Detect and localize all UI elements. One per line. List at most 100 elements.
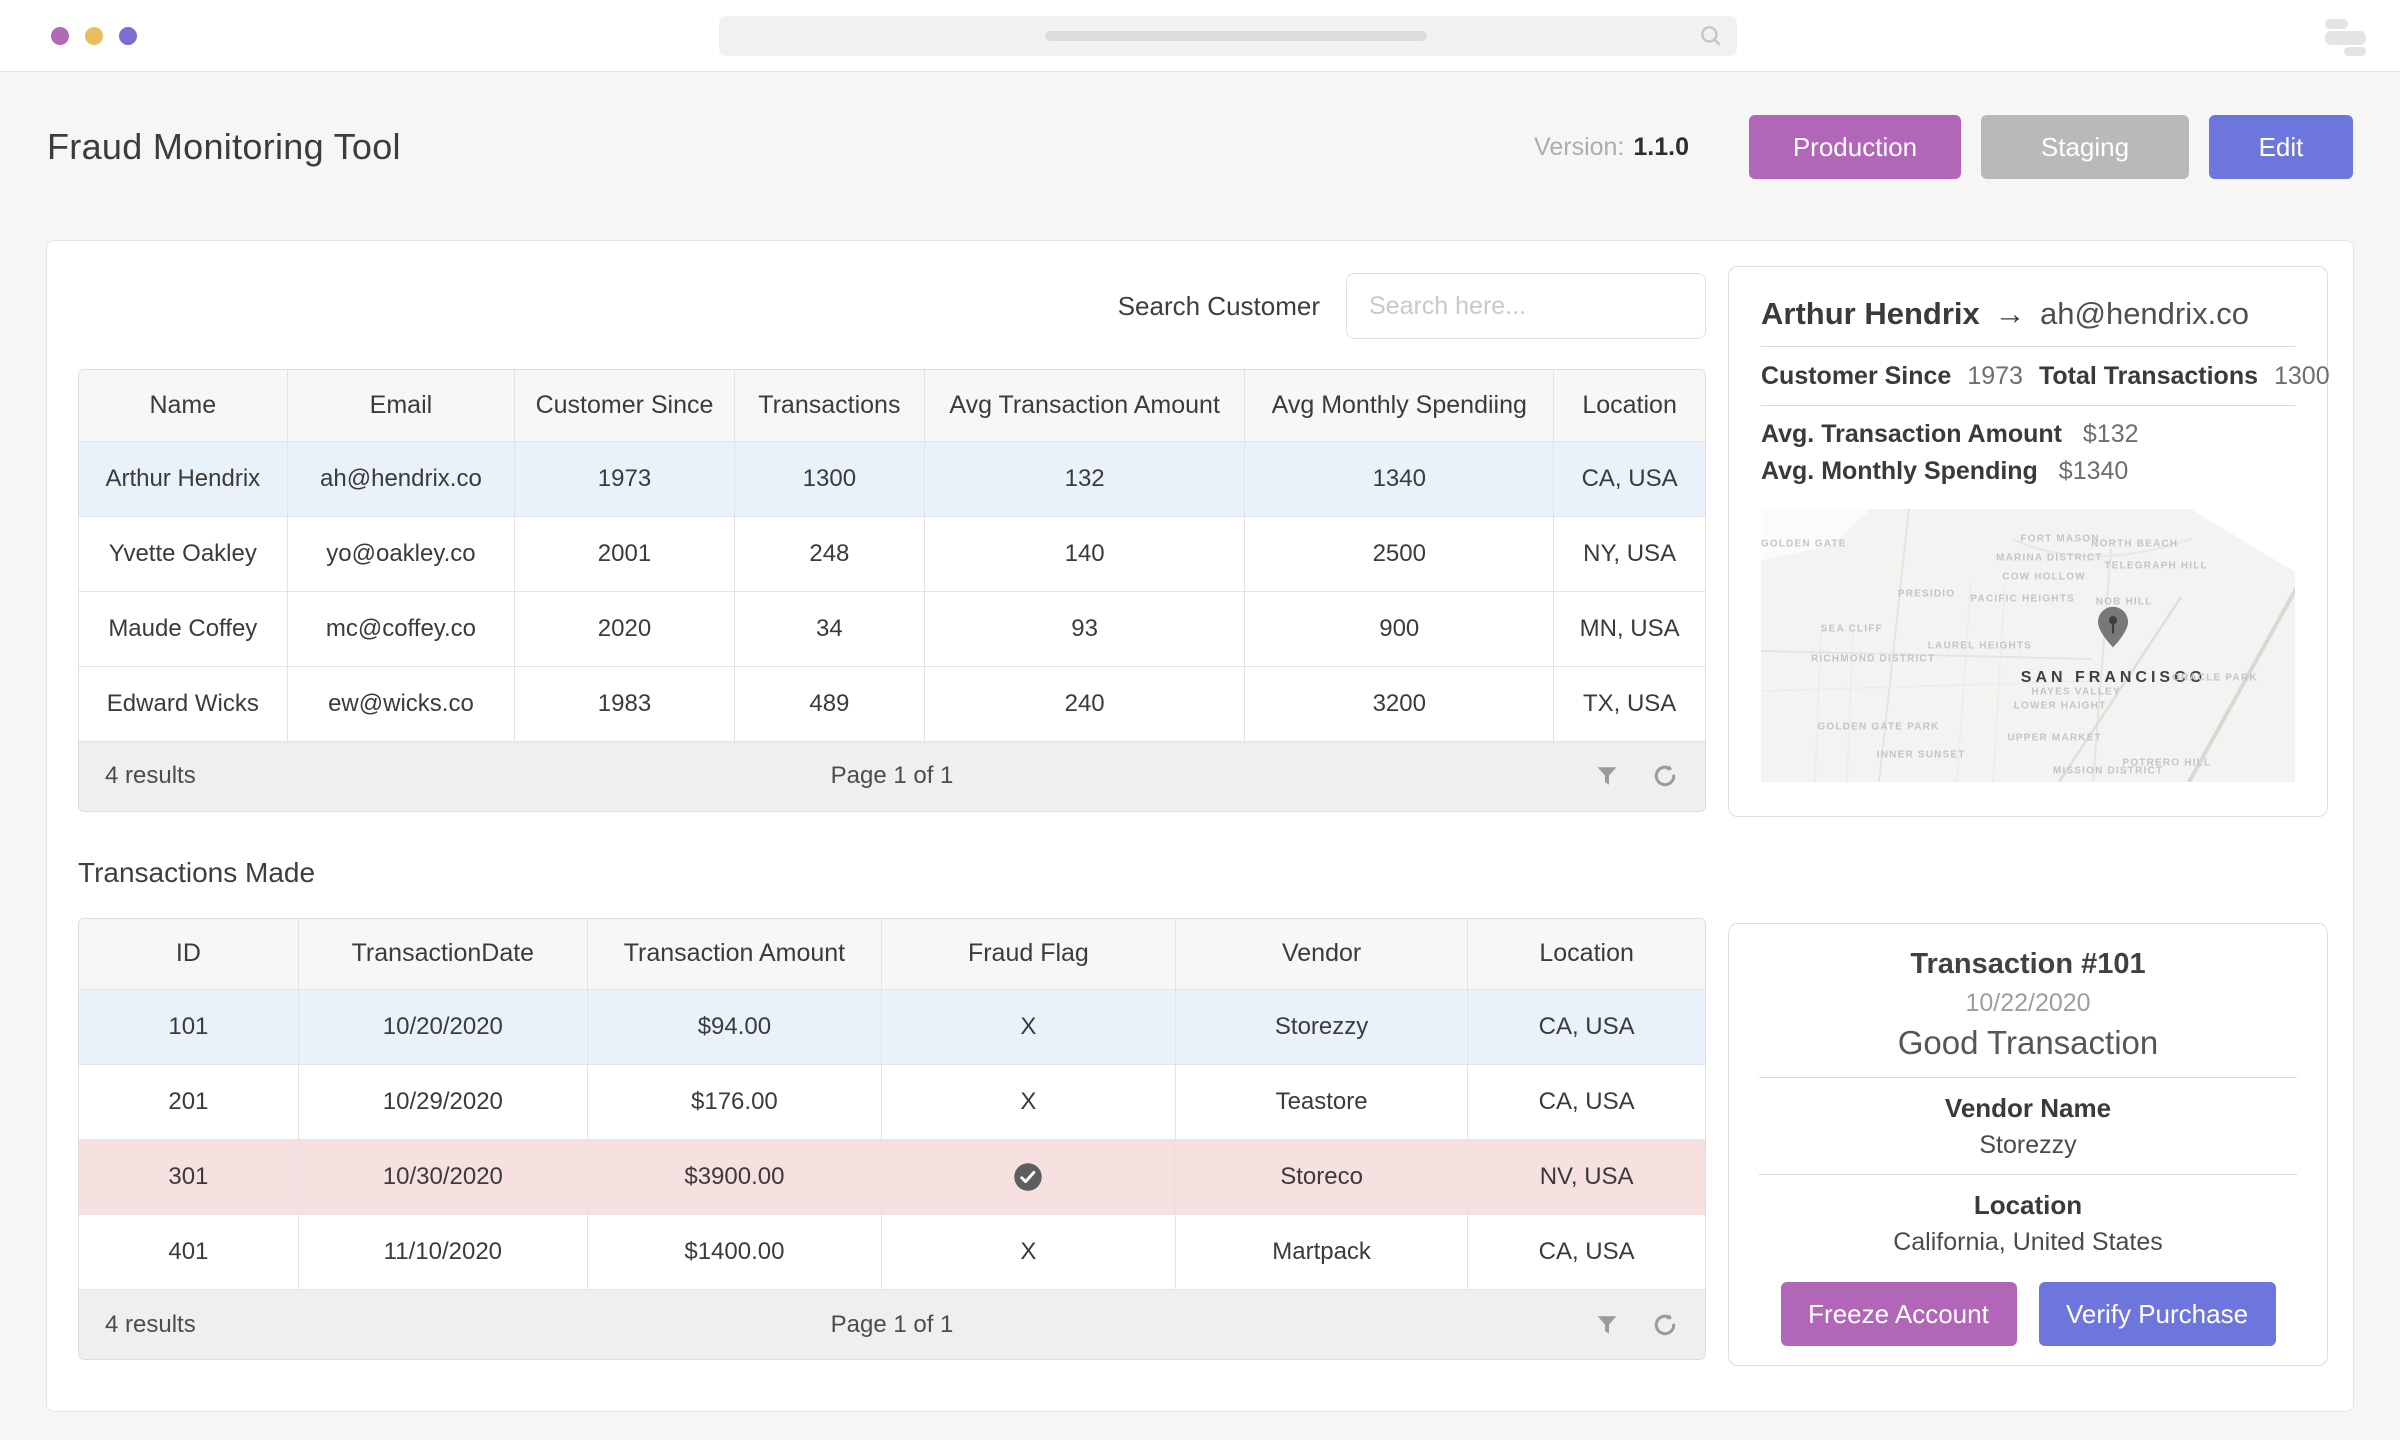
column-header: Avg Monthly Spendiing: [1245, 370, 1554, 441]
version-label: Version:: [1534, 133, 1624, 161]
table-row[interactable]: Arthur Hendrixah@hendrix.co1973130013213…: [79, 441, 1705, 516]
table-row[interactable]: 20110/29/2020$176.00XTeastoreCA, USA: [79, 1065, 1705, 1140]
header-row: NameEmailCustomer SinceTransactionsAvg T…: [79, 370, 1705, 441]
table-cell: 34: [734, 591, 924, 666]
map-area-label: Fort Mason: [2020, 534, 2099, 545]
staging-button[interactable]: Staging: [1981, 115, 2189, 179]
table-row[interactable]: Yvette Oakleyyo@oakley.co20012481402500N…: [79, 516, 1705, 591]
column-header: Location: [1554, 370, 1705, 441]
table-cell: X: [881, 1215, 1175, 1290]
table-cell: CA, USA: [1468, 1215, 1705, 1290]
transactions-heading: Transactions Made: [78, 856, 1706, 890]
table-cell: Martpack: [1175, 1215, 1467, 1290]
column-header: Transaction Amount: [587, 919, 881, 990]
map-area-label: Nob Hill: [2096, 596, 2153, 607]
column-header: Customer Since: [515, 370, 735, 441]
table-cell: 132: [924, 441, 1244, 516]
table-cell: 11/10/2020: [298, 1215, 587, 1290]
table-cell: 2500: [1245, 516, 1554, 591]
customers-table-footer: 4 results Page 1 of 1: [79, 742, 1705, 811]
table-cell: 240: [924, 666, 1244, 741]
table-row[interactable]: Maude Coffeymc@coffey.co20203493900MN, U…: [79, 591, 1705, 666]
freeze-account-button[interactable]: Freeze Account: [1781, 1282, 2017, 1346]
table-cell: 1300: [734, 441, 924, 516]
window-dot-minimize[interactable]: [85, 27, 103, 45]
location-label: Location: [1759, 1188, 2297, 1222]
table-row[interactable]: 40111/10/2020$1400.00XMartpackCA, USA: [79, 1215, 1705, 1290]
table-cell: 10/30/2020: [298, 1140, 587, 1215]
table-row[interactable]: Edward Wicksew@wicks.co19834892403200TX,…: [79, 666, 1705, 741]
page-title: Fraud Monitoring Tool: [47, 126, 401, 168]
column-header: Email: [287, 370, 515, 441]
location-value: California, United States: [1759, 1226, 2297, 1258]
filter-icon[interactable]: [1593, 762, 1621, 790]
table-cell: ew@wicks.co: [287, 666, 515, 741]
table-cell: Yvette Oakley: [79, 516, 287, 591]
table-cell: MN, USA: [1554, 591, 1705, 666]
transactions-table: IDTransactionDateTransaction AmountFraud…: [78, 918, 1706, 1361]
column-header: TransactionDate: [298, 919, 587, 990]
total-transactions-label: Total Transactions: [2039, 360, 2258, 392]
column-header: Location: [1468, 919, 1705, 990]
window-dot-maximize[interactable]: [119, 27, 137, 45]
address-placeholder-bar: [1045, 31, 1427, 41]
page-indicator: Page 1 of 1: [79, 1311, 1705, 1339]
browser-menu-icon[interactable]: [2325, 17, 2367, 55]
vendor-name-value: Storezzy: [1759, 1129, 2297, 1161]
table-cell: X: [881, 990, 1175, 1065]
table-cell: $1400.00: [587, 1215, 881, 1290]
table-cell: 401: [79, 1215, 298, 1290]
avg-transaction-label: Avg. Transaction Amount: [1761, 420, 2062, 448]
avg-transaction-line: Avg. Transaction Amount $132: [1761, 419, 2295, 450]
search-icon: [1698, 23, 1724, 54]
transactions-table-footer: 4 results Page 1 of 1: [79, 1290, 1705, 1359]
verify-purchase-button[interactable]: Verify Purchase: [2039, 1282, 2276, 1346]
table-cell: CA, USA: [1468, 1065, 1705, 1140]
customer-search-row: Search Customer: [78, 273, 1706, 339]
customers-table: NameEmailCustomer SinceTransactionsAvg T…: [78, 369, 1706, 812]
customer-email: ah@hendrix.co: [2040, 296, 2249, 331]
table-cell: 248: [734, 516, 924, 591]
column-header: ID: [79, 919, 298, 990]
column-header: Avg Transaction Amount: [924, 370, 1244, 441]
table-cell: 900: [1245, 591, 1554, 666]
app-header: Fraud Monitoring Tool Version:1.1.0 Prod…: [0, 112, 2400, 182]
fraud-check-icon: [1013, 1162, 1043, 1189]
refresh-icon[interactable]: [1651, 762, 1679, 790]
browser-address-bar[interactable]: [719, 16, 1737, 56]
header-row: IDTransactionDateTransaction AmountFraud…: [79, 919, 1705, 990]
customer-since-value: 1973: [1967, 360, 2023, 392]
table-cell: 140: [924, 516, 1244, 591]
avg-monthly-label: Avg. Monthly Spending: [1761, 457, 2038, 485]
table-cell: [881, 1140, 1175, 1215]
table-cell: 10/29/2020: [298, 1065, 587, 1140]
table-cell: TX, USA: [1554, 666, 1705, 741]
window-dot-close[interactable]: [51, 27, 69, 45]
total-transactions-value: 1300: [2274, 360, 2330, 392]
table-cell: Storeco: [1175, 1140, 1467, 1215]
table-cell: NV, USA: [1468, 1140, 1705, 1215]
table-row[interactable]: 10110/20/2020$94.00XStorezzyCA, USA: [79, 990, 1705, 1065]
table-cell: ah@hendrix.co: [287, 441, 515, 516]
table-cell: mc@coffey.co: [287, 591, 515, 666]
edit-button[interactable]: Edit: [2209, 115, 2353, 179]
main-card: Search Customer NameEmailCustomer SinceT…: [46, 240, 2354, 1412]
filter-icon[interactable]: [1593, 1311, 1621, 1339]
refresh-icon[interactable]: [1651, 1311, 1679, 1339]
window-controls: [51, 27, 137, 45]
table-cell: 1983: [515, 666, 735, 741]
production-button[interactable]: Production: [1749, 115, 1961, 179]
table-cell: NY, USA: [1554, 516, 1705, 591]
map-area-label: Golden Gate: [1761, 539, 1847, 550]
map-area-label: Inner Sunset: [1877, 749, 1966, 760]
column-header: Transactions: [734, 370, 924, 441]
column-header: Fraud Flag: [881, 919, 1175, 990]
table-cell: 1973: [515, 441, 735, 516]
map-area-label: Upper Market: [2007, 733, 2101, 744]
table-cell: CA, USA: [1468, 990, 1705, 1065]
customer-search-input[interactable]: [1346, 273, 1706, 339]
table-cell: 93: [924, 591, 1244, 666]
column-header: Vendor: [1175, 919, 1467, 990]
table-row[interactable]: 30110/30/2020$3900.00StorecoNV, USA: [79, 1140, 1705, 1215]
map-area-label: Richmond District: [1811, 654, 1935, 665]
